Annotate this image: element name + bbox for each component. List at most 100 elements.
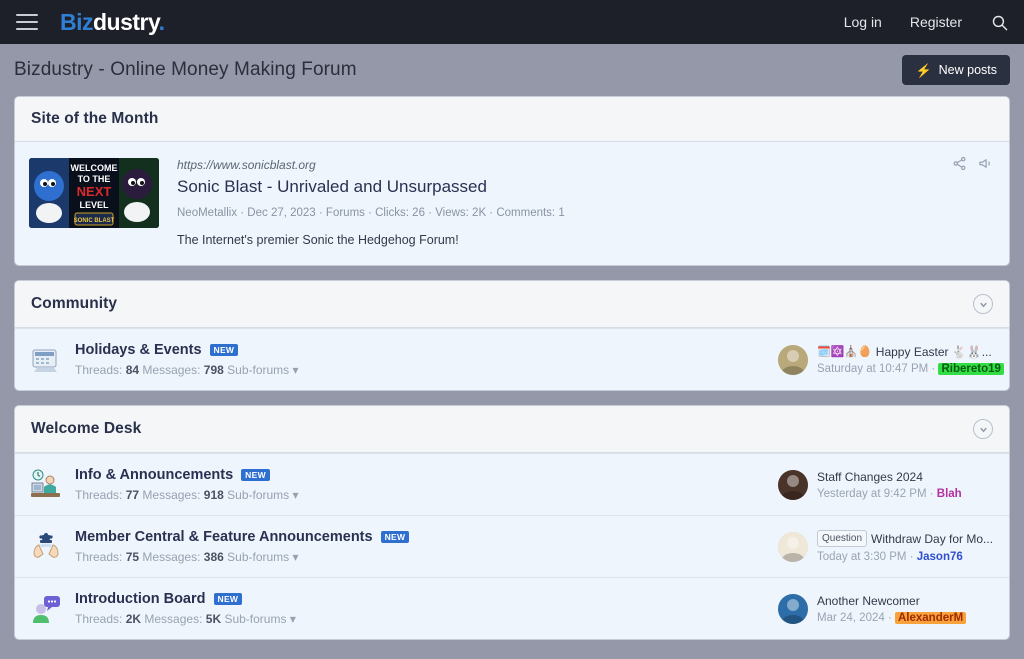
new-posts-label: New posts <box>938 63 997 77</box>
messages-value: 5K <box>205 612 222 626</box>
last-post-date[interactable]: Today at 3:30 PM <box>817 551 907 563</box>
thread-emoji: 🗓️🔯⛪🥚 <box>817 346 872 358</box>
svg-text:LEVEL: LEVEL <box>79 200 109 210</box>
last-post-date[interactable]: Yesterday at 9:42 PM <box>817 488 927 500</box>
chevron-down-circle-icon[interactable] <box>973 294 993 314</box>
forum-title-link[interactable]: Info & Announcements <box>75 467 233 483</box>
last-post-title-link[interactable]: Question Withdraw Day for Mo... <box>817 530 993 547</box>
forum-title-line: Holidays & Events NEW <box>75 342 766 358</box>
forum-categories: Community Holidays & Events NEW Threads: 84… <box>0 280 1024 640</box>
site-name-link[interactable]: Sonic Blast - Unrivaled and Unsurpassed <box>177 177 993 197</box>
threads-label: Threads: <box>75 363 123 377</box>
subforums-dropdown[interactable]: Sub-forums ▾ <box>227 550 298 564</box>
megaphone-icon[interactable] <box>978 156 993 171</box>
avatar[interactable] <box>778 344 808 375</box>
desk-clock-icon <box>29 468 63 502</box>
logo-text-dustry: dustry <box>93 8 159 35</box>
forum-title-link[interactable]: Member Central & Feature Announcements <box>75 529 373 545</box>
last-post-username[interactable]: Ribereto19 <box>938 362 1004 375</box>
logo-dot: . <box>158 8 165 35</box>
category-title: Welcome Desk <box>31 420 142 437</box>
nav-right-group: Log in Register <box>844 13 1008 31</box>
last-post-username[interactable]: Blah <box>937 488 962 500</box>
logo-text-biz: Biz <box>60 8 94 35</box>
new-badge: NEW <box>380 530 410 544</box>
forum-title-line: Member Central & Feature Announcements NE… <box>75 529 766 545</box>
share-icon[interactable] <box>952 156 967 171</box>
last-post-title: Another Newcomer <box>817 593 920 608</box>
messages-label: Messages: <box>144 612 203 626</box>
last-post-text: 🗓️🔯⛪🥚 Happy Easter 🐇🐰... Saturday at 10:47… <box>817 345 1004 375</box>
chevron-down-circle-icon[interactable] <box>973 419 993 439</box>
avatar[interactable] <box>778 531 808 562</box>
last-post: Another Newcomer Mar 24, 2024 · Alexander… <box>778 593 993 624</box>
threads-value: 2K <box>125 612 142 626</box>
forum-main: Introduction Board NEW Threads: 2K Message… <box>75 591 766 626</box>
forum-stats: Threads: 2K Messages: 5K Sub-forums ▾ <box>75 612 766 626</box>
last-post-date[interactable]: Mar 24, 2024 <box>817 612 885 624</box>
site-meta: NeoMetallix · Dec 27, 2023 · Forums · Cl… <box>177 207 565 219</box>
subforums-dropdown[interactable]: Sub-forums ▾ <box>227 363 298 377</box>
last-post-username[interactable]: AlexanderM <box>895 611 967 624</box>
last-post-title: Withdraw Day for Mo... <box>871 531 993 546</box>
last-post-title: Happy Easter 🐇🐰... <box>875 344 992 359</box>
last-post-text: Question Withdraw Day for Mo... Today at 3… <box>817 530 993 563</box>
site-action-icons <box>952 156 993 171</box>
last-post: Question Withdraw Day for Mo... Today at 3… <box>778 530 993 563</box>
thread-prefix-badge[interactable]: Question <box>817 530 868 547</box>
forum-row: Holidays & Events NEW Threads: 84 Messages… <box>15 328 1009 390</box>
last-post-title-link[interactable]: 🗓️🔯⛪🥚 Happy Easter 🐇🐰... <box>817 345 993 359</box>
site-description: The Internet's premier Sonic the Hedgeho… <box>177 233 459 247</box>
messages-value: 386 <box>203 550 224 564</box>
hands-gear-icon <box>29 530 63 564</box>
last-post-text: Staff Changes 2024 Yesterday at 9:42 PM ·… <box>817 470 993 500</box>
forum-title-line: Introduction Board NEW <box>75 591 766 607</box>
threads-label: Threads: <box>75 488 123 502</box>
threads-value: 84 <box>125 363 140 377</box>
svg-text:WELCOME: WELCOME <box>71 163 118 173</box>
site-of-the-month-block: Site of the Month WELCOME TO THE NEXT LE… <box>14 96 1010 266</box>
top-navigation-bar: Bizdustry. Log in Register <box>0 0 1024 44</box>
search-icon[interactable] <box>990 13 1008 31</box>
avatar[interactable] <box>778 593 808 624</box>
last-post-title-link[interactable]: Another Newcomer <box>817 594 993 608</box>
page-title-bar: Bizdustry - Online Money Making Forum ⚡ … <box>0 44 1024 96</box>
category-title: Community <box>31 295 118 312</box>
forum-title-link[interactable]: Introduction Board <box>75 591 206 607</box>
last-post-date[interactable]: Saturday at 10:47 PM <box>817 363 928 375</box>
messages-label: Messages: <box>142 488 201 502</box>
hamburger-menu-icon[interactable] <box>16 14 38 30</box>
site-logo[interactable]: Bizdustry. <box>60 8 165 36</box>
threads-value: 77 <box>125 488 140 502</box>
forum-stats: Threads: 75 Messages: 386 Sub-forums ▾ <box>75 550 766 564</box>
site-of-the-month-title: Site of the Month <box>31 110 159 127</box>
category-block: Community Holidays & Events NEW Threads: 84… <box>14 280 1010 391</box>
subforums-dropdown[interactable]: Sub-forums ▾ <box>227 488 298 502</box>
login-link[interactable]: Log in <box>844 14 882 30</box>
new-posts-button[interactable]: ⚡ New posts <box>902 55 1010 85</box>
messages-label: Messages: <box>142 363 201 377</box>
forum-title-link[interactable]: Holidays & Events <box>75 342 202 358</box>
calendar-monitor-icon <box>29 343 63 377</box>
threads-label: Threads: <box>75 612 123 626</box>
svg-text:TO THE: TO THE <box>78 174 111 184</box>
last-post-username[interactable]: Jason76 <box>917 551 963 563</box>
threads-value: 75 <box>125 550 140 564</box>
last-post-sub: Today at 3:30 PM · Jason76 <box>817 551 963 563</box>
site-of-the-month-body: WELCOME TO THE NEXT LEVEL SONIC BLAST ht… <box>15 142 1009 265</box>
avatar[interactable] <box>778 469 808 500</box>
forum-main: Info & Announcements NEW Threads: 77 Messa… <box>75 467 766 502</box>
forum-row: Info & Announcements NEW Threads: 77 Messa… <box>15 453 1009 515</box>
forum-row: Member Central & Feature Announcements NE… <box>15 515 1009 577</box>
forum-title-line: Info & Announcements NEW <box>75 467 766 483</box>
site-thumbnail[interactable]: WELCOME TO THE NEXT LEVEL SONIC BLAST <box>29 158 159 228</box>
last-post-sub: Saturday at 10:47 PM · Ribereto19 <box>817 362 1004 375</box>
last-post-title: Staff Changes 2024 <box>817 469 923 484</box>
new-badge: NEW <box>241 468 270 482</box>
last-post-title-link[interactable]: Staff Changes 2024 <box>817 470 993 484</box>
sonic-banner-image: WELCOME TO THE NEXT LEVEL SONIC BLAST <box>29 158 159 228</box>
register-link[interactable]: Register <box>910 14 962 30</box>
last-post: Staff Changes 2024 Yesterday at 9:42 PM ·… <box>778 469 993 500</box>
subforums-dropdown[interactable]: Sub-forums ▾ <box>224 612 295 626</box>
site-url[interactable]: https://www.sonicblast.org <box>177 158 993 172</box>
